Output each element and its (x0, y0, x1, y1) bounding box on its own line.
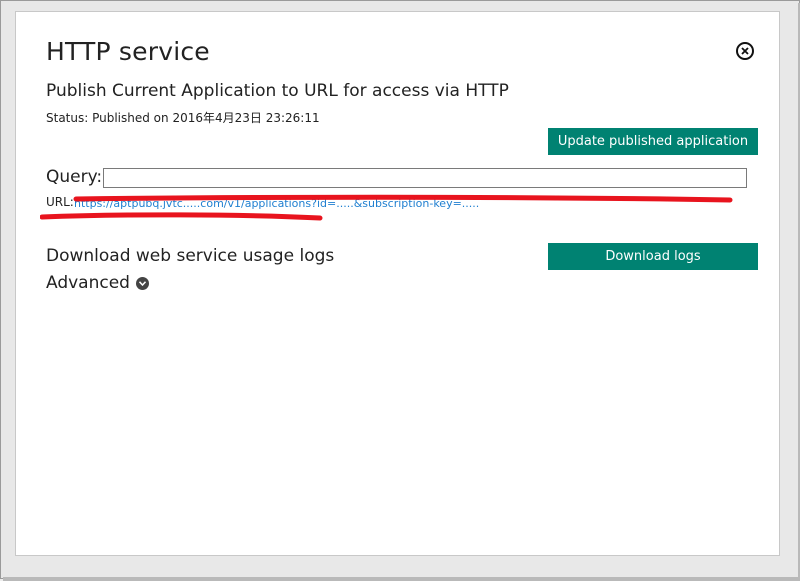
download-logs-button[interactable]: Download logs (548, 243, 758, 270)
advanced-label: Advanced (46, 273, 130, 293)
url-label: URL: (46, 195, 74, 209)
window-shadow (3, 577, 800, 581)
dialog-title: HTTP service (46, 37, 210, 66)
close-x-glyph (741, 47, 749, 55)
publish-status: Status: Published on 2016年4月23日 23:26:11 (46, 111, 320, 125)
close-icon[interactable] (736, 42, 754, 60)
dialog-subtitle: Publish Current Application to URL for a… (46, 81, 509, 101)
query-label: Query: (46, 167, 103, 187)
http-service-dialog: HTTP service Publish Current Application… (15, 11, 780, 556)
update-published-application-button[interactable]: Update published application (548, 128, 758, 155)
published-url-link[interactable]: https://aptpubq.jvtc.....com/v1/applicat… (74, 196, 734, 212)
query-input[interactable] (103, 168, 747, 188)
advanced-toggle[interactable]: Advanced (46, 273, 149, 293)
chevron-down-icon (135, 276, 149, 290)
download-logs-label: Download web service usage logs (46, 246, 335, 266)
